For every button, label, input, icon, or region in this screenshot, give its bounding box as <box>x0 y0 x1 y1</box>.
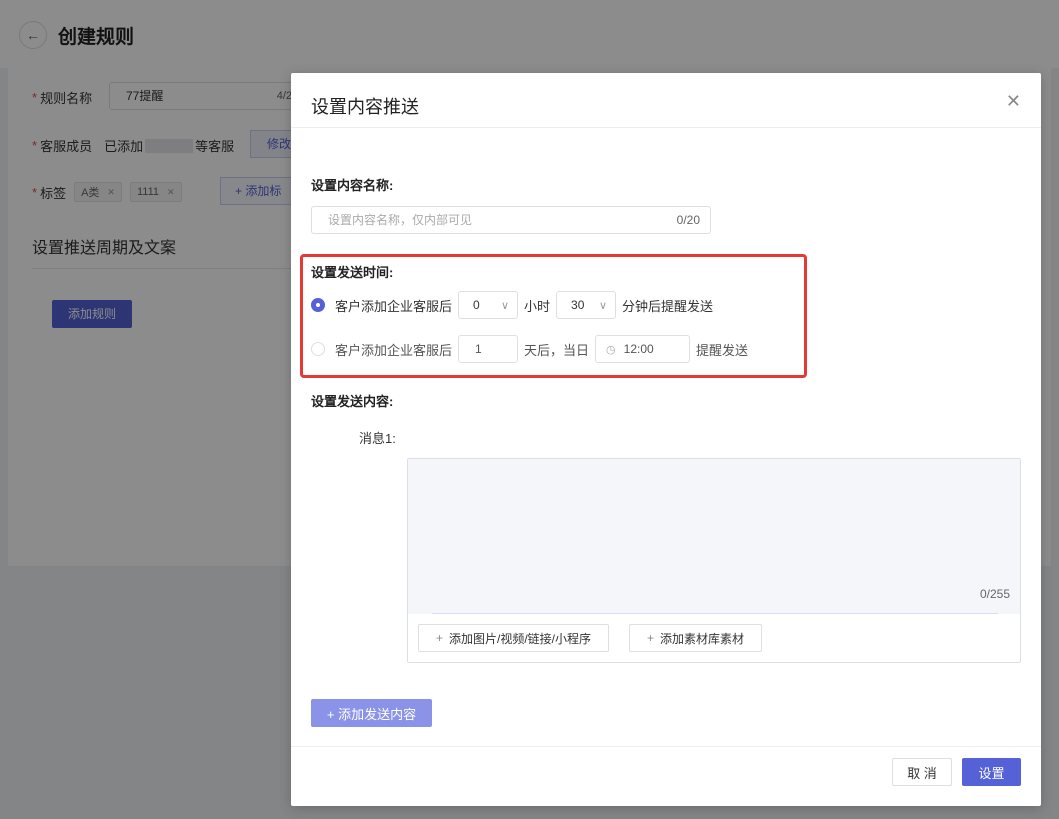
content-name-input[interactable]: 设置内容名称，仅内部可见 0/20 <box>311 206 711 234</box>
confirm-button[interactable]: 设置 <box>962 758 1021 786</box>
message-count: 0/255 <box>979 587 1010 601</box>
chevron-down-icon: ∨ <box>500 299 510 312</box>
plus-icon: + <box>435 631 443 645</box>
message-editor: 0/255 + 添加图片/视频/链接/小程序 + 添加素材库素材 <box>407 458 1021 663</box>
send-time-option-days[interactable]: 客户添加企业客服后 1 天后，当日 ◷ 12:00 提醒发送 <box>311 335 748 363</box>
send-time-option-hours[interactable]: 客户添加企业客服后 0 ∨ 小时 30 ∨ 分钟后提醒发送 <box>311 291 713 319</box>
close-icon[interactable]: ✕ <box>1006 91 1021 112</box>
content-name-label: 设置内容名称: <box>311 178 394 193</box>
hours-select[interactable]: 0 ∨ <box>458 291 519 319</box>
send-time-label: 设置发送时间: <box>311 265 394 280</box>
message-label: 消息1: <box>359 431 396 446</box>
minutes-select[interactable]: 30 ∨ <box>556 291 617 319</box>
add-media-button[interactable]: + 添加图片/视频/链接/小程序 <box>418 624 609 652</box>
add-send-content-button[interactable]: + 添加发送内容 <box>311 699 432 727</box>
plus-icon: + <box>646 631 654 645</box>
add-material-button[interactable]: + 添加素材库素材 <box>629 624 762 652</box>
cancel-button[interactable]: 取 消 <box>892 758 952 786</box>
message-textarea[interactable] <box>408 459 1020 614</box>
content-push-dialog: 设置内容推送 ✕ 设置内容名称: 设置内容名称，仅内部可见 0/20 设置发送时… <box>291 73 1041 806</box>
radio-unselected[interactable] <box>311 342 325 356</box>
dialog-title: 设置内容推送 <box>311 97 419 117</box>
divider <box>291 746 1041 747</box>
chevron-down-icon: ∨ <box>598 299 608 312</box>
time-picker[interactable]: ◷ 12:00 <box>595 335 691 363</box>
divider <box>291 127 1041 128</box>
content-name-count: 0/20 <box>676 213 700 227</box>
send-content-label: 设置发送内容: <box>311 394 394 409</box>
days-input[interactable]: 1 <box>458 335 519 363</box>
radio-selected[interactable] <box>311 298 325 312</box>
clock-icon: ◷ <box>606 343 616 356</box>
